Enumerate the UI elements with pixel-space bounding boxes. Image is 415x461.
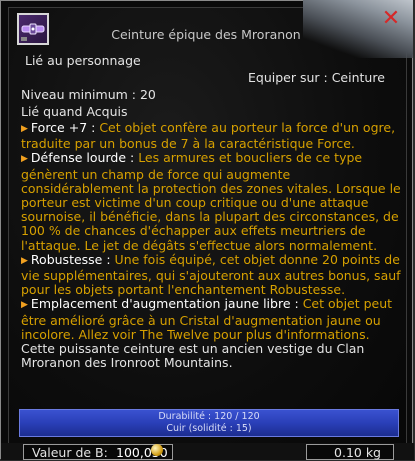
bind-type: Lié quand Acquis bbox=[21, 104, 128, 119]
coin-icon bbox=[151, 444, 163, 456]
effect-label: Force +7 : bbox=[30, 120, 96, 135]
bullet-icon: ▶ bbox=[21, 154, 28, 165]
level-requirement: Niveau minimum : 20 bbox=[21, 87, 156, 102]
effect-robustness: ▶ Robustesse : Une fois équipé, cet objet… bbox=[21, 251, 401, 298]
close-button[interactable]: ✕ bbox=[380, 5, 402, 31]
weight-box: 0.10 kg bbox=[306, 444, 394, 460]
effect-augment-slot: ▶ Emplacement d'augmentation jaune libre … bbox=[21, 297, 401, 342]
weight-value: 0.10 kg bbox=[334, 445, 381, 460]
item-description: ▶ Force +7 : Cet objet confère au porteur… bbox=[21, 120, 401, 371]
effect-label: Robustesse : bbox=[30, 251, 111, 267]
flavor-text: Cette puissante ceinture est un ancien v… bbox=[21, 341, 365, 371]
effect-label: Emplacement d'augmentation jaune libre : bbox=[30, 296, 299, 312]
belt-icon bbox=[17, 13, 49, 45]
effect-label: Défense lourde : bbox=[30, 150, 135, 166]
bullet-icon: ▶ bbox=[21, 255, 28, 266]
value-label: Valeur de B: bbox=[32, 445, 108, 460]
effect-desc: Les armures et boucliers de ce type génè… bbox=[21, 150, 401, 253]
effect-defense: ▶ Défense lourde : Les armures et bouclie… bbox=[21, 151, 401, 252]
effect-force: ▶ Force +7 : Cet objet confère au porteur… bbox=[21, 120, 401, 151]
bullet-icon: ▶ bbox=[21, 300, 28, 311]
bound-status: Lié au personnage bbox=[25, 53, 141, 68]
item-title: Ceinture épique des Mroranon bbox=[111, 27, 301, 42]
tooltip-window: ✕ Ceinture épique des Mroranon Lié au pe… bbox=[0, 0, 414, 460]
durability-text: Durabilité : 120 / 120 bbox=[158, 411, 260, 422]
equip-slot: Equiper sur : Ceinture bbox=[248, 70, 385, 85]
bullet-icon: ▶ bbox=[21, 124, 28, 134]
durability-bar: Durabilité : 120 / 120 Cuir (solidité : … bbox=[19, 409, 399, 437]
material-text: Cuir (solidité : 15) bbox=[166, 423, 252, 434]
close-icon: ✕ bbox=[381, 5, 401, 31]
